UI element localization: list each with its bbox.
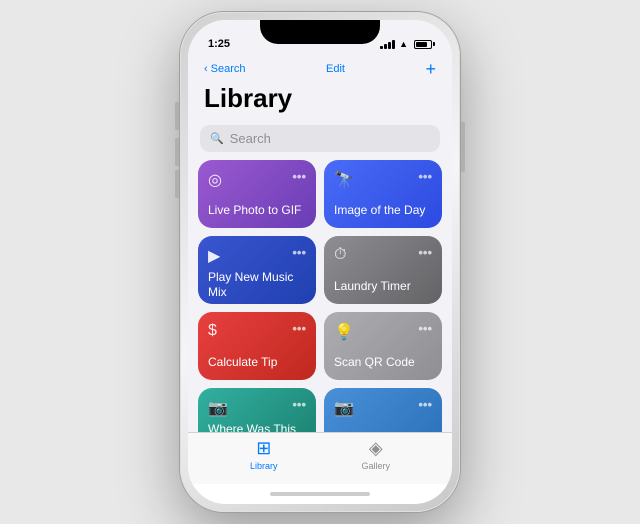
back-label: Search <box>211 63 246 75</box>
card-top: 📷 ••• <box>208 398 306 418</box>
card-title-laundry-timer: Laundry Timer <box>334 279 432 294</box>
shortcut-card-where-taken[interactable]: 📷 ••• Where Was This Taken? <box>198 388 316 432</box>
status-time: 1:25 <box>208 38 230 50</box>
card-title-calculate-tip: Calculate Tip <box>208 355 306 370</box>
page-title: Library <box>204 84 436 113</box>
battery-icon <box>414 40 432 49</box>
tab-library[interactable]: ⊞ Library <box>250 438 278 471</box>
signal-icon <box>380 39 395 49</box>
card-icon-image-of-day: 🔭 <box>334 170 354 190</box>
card-top: 🔭 ••• <box>334 170 432 190</box>
back-button[interactable]: ‹ Search <box>204 63 246 75</box>
card-icon-scan-qr: 💡 <box>334 322 354 342</box>
card-title-time-machine: Time Machine <box>334 431 432 432</box>
card-more-scan-qr[interactable]: ••• <box>418 322 432 335</box>
phone-screen: 1:25 ▲ ‹ Sea <box>188 20 452 504</box>
home-bar <box>270 492 370 496</box>
card-top: ⏱ ••• <box>334 246 432 264</box>
card-icon-time-machine: 📷 <box>334 398 354 418</box>
card-icon-calculate-tip: $ <box>208 322 217 340</box>
shortcut-card-laundry-timer[interactable]: ⏱ ••• Laundry Timer <box>324 236 442 304</box>
card-title-scan-qr: Scan QR Code <box>334 355 432 370</box>
shortcut-card-scan-qr[interactable]: 💡 ••• Scan QR Code <box>324 312 442 380</box>
card-title-live-photo-gif: Live Photo to GIF <box>208 203 306 218</box>
card-more-image-of-day[interactable]: ••• <box>418 170 432 183</box>
library-tab-icon: ⊞ <box>256 438 271 459</box>
card-more-laundry-timer[interactable]: ••• <box>418 246 432 259</box>
library-tab-label: Library <box>250 461 278 471</box>
shortcut-card-calculate-tip[interactable]: $ ••• Calculate Tip <box>198 312 316 380</box>
search-placeholder: Search <box>230 131 271 146</box>
notch <box>260 20 380 44</box>
card-icon-where-taken: 📷 <box>208 398 228 418</box>
wifi-icon: ▲ <box>399 39 408 49</box>
card-more-play-music[interactable]: ••• <box>292 246 306 259</box>
card-top: 📷 ••• <box>334 398 432 418</box>
card-more-where-taken[interactable]: ••• <box>292 398 306 411</box>
header: Library <box>188 80 452 121</box>
shortcuts-grid: ◎ ••• Live Photo to GIF 🔭 ••• Image of t… <box>188 160 452 432</box>
tab-gallery[interactable]: ◈ Gallery <box>361 438 390 471</box>
card-title-play-music: Play New Music Mix <box>208 270 306 300</box>
card-more-live-photo-gif[interactable]: ••• <box>292 170 306 183</box>
shortcut-card-live-photo-gif[interactable]: ◎ ••• Live Photo to GIF <box>198 160 316 228</box>
nav-bar: ‹ Search Edit + <box>188 56 452 80</box>
shortcut-card-time-machine[interactable]: 📷 ••• Time Machine <box>324 388 442 432</box>
phone-frame: 1:25 ▲ ‹ Sea <box>180 12 460 512</box>
tab-bar: ⊞ Library ◈ Gallery <box>188 432 452 484</box>
edit-button[interactable]: Edit <box>326 63 345 75</box>
card-more-calculate-tip[interactable]: ••• <box>292 322 306 335</box>
card-icon-live-photo-gif: ◎ <box>208 170 222 190</box>
add-button[interactable]: + <box>425 60 436 78</box>
card-icon-laundry-timer: ⏱ <box>334 246 346 264</box>
card-title-where-taken: Where Was This Taken? <box>208 422 306 432</box>
card-icon-play-music: ▶ <box>208 246 220 266</box>
shortcut-card-image-of-day[interactable]: 🔭 ••• Image of the Day <box>324 160 442 228</box>
card-top: ▶ ••• <box>208 246 306 266</box>
home-indicator <box>188 484 452 504</box>
screen-content: 1:25 ▲ ‹ Sea <box>188 20 452 504</box>
card-top: ◎ ••• <box>208 170 306 190</box>
card-top: $ ••• <box>208 322 306 340</box>
card-title-image-of-day: Image of the Day <box>334 203 432 218</box>
search-bar[interactable]: 🔍 Search <box>200 125 440 152</box>
status-icons: ▲ <box>380 39 432 49</box>
card-top: 💡 ••• <box>334 322 432 342</box>
gallery-tab-label: Gallery <box>361 461 390 471</box>
gallery-tab-icon: ◈ <box>369 438 383 459</box>
search-icon: 🔍 <box>210 132 224 145</box>
card-more-time-machine[interactable]: ••• <box>418 398 432 411</box>
shortcut-card-play-music[interactable]: ▶ ••• Play New Music Mix <box>198 236 316 304</box>
chevron-left-icon: ‹ <box>204 63 208 75</box>
